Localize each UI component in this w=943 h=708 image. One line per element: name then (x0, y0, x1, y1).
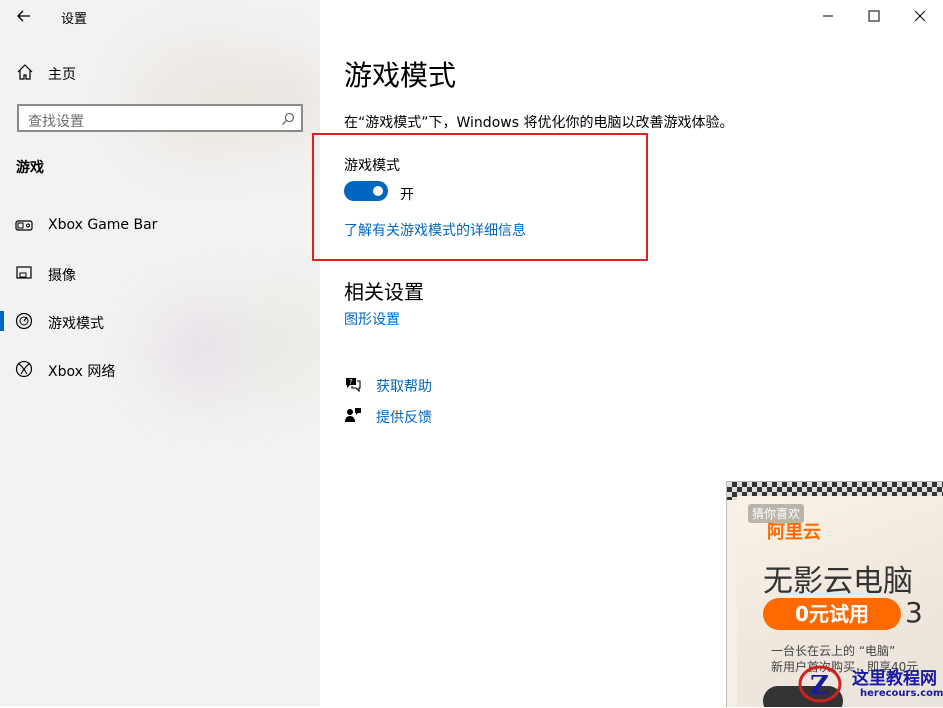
game-bar-icon (15, 216, 33, 234)
search-input[interactable]: 查找设置 (17, 104, 303, 132)
ad-cta-suffix: 3 (905, 596, 923, 629)
give-feedback-link[interactable]: 提供反馈 (376, 407, 432, 427)
home-icon (16, 63, 34, 81)
svg-text:?: ? (349, 378, 353, 386)
capture-icon (15, 264, 33, 282)
page-title: 游戏模式 (344, 59, 457, 92)
page-description: 在“游戏模式”下，Windows 将优化你的电脑以改善游戏体验。 (344, 115, 734, 131)
learn-more-link[interactable]: 了解有关游戏模式的详细信息 (344, 220, 526, 240)
sidebar-item-game-mode[interactable]: 游戏模式 (0, 301, 320, 341)
selection-indicator (0, 311, 4, 331)
ad-headline: 无影云电脑 (763, 564, 913, 599)
xbox-icon (15, 360, 33, 378)
watermark-url: herecours.com (860, 688, 943, 699)
sidebar-item-home[interactable]: 主页 (0, 60, 320, 86)
back-arrow-icon[interactable] (14, 6, 34, 26)
sidebar-item-xbox-network[interactable]: Xbox 网络 (0, 349, 320, 389)
graphics-settings-link[interactable]: 图形设置 (344, 309, 400, 329)
sidebar: 设置 主页 查找设置 游戏 Xbox Game Bar 摄像 游戏模式 Xbox… (0, 0, 320, 706)
minimize-button[interactable] (805, 0, 851, 32)
related-settings-heading: 相关设置 (344, 280, 424, 304)
minimize-icon (823, 15, 833, 17)
window-title: 设置 (61, 12, 88, 27)
sidebar-item-label: 游戏模式 (48, 316, 104, 332)
help-icon: ? (344, 375, 362, 393)
game-mode-toggle[interactable] (344, 181, 388, 201)
game-mode-icon (15, 312, 33, 330)
search-placeholder: 查找设置 (28, 114, 84, 130)
sidebar-item-xbox-game-bar[interactable]: Xbox Game Bar (0, 205, 320, 245)
close-icon (914, 10, 926, 22)
toggle-state-label: 开 (400, 187, 414, 203)
get-help-link[interactable]: 获取帮助 (376, 376, 432, 396)
watermark-title: 这里教程网 (852, 669, 937, 689)
feedback-icon (344, 406, 362, 424)
sidebar-item-label: 主页 (48, 67, 76, 83)
game-mode-setting-label: 游戏模式 (344, 158, 400, 174)
sidebar-item-label: Xbox Game Bar (48, 217, 158, 233)
toggle-knob (373, 186, 383, 196)
watermark: Z 这里教程网 herecours.com (798, 660, 943, 706)
svg-text:Z: Z (810, 671, 829, 701)
ad-brand: 阿里云 (767, 522, 821, 543)
close-button[interactable] (897, 0, 943, 32)
sidebar-item-capture[interactable]: 摄像 (0, 253, 320, 293)
maximize-icon (868, 10, 880, 22)
ad-cta-button[interactable]: 0元试用 (763, 598, 901, 630)
sidebar-item-label: Xbox 网络 (48, 364, 116, 380)
watermark-logo-icon: Z (798, 664, 842, 704)
search-icon[interactable] (281, 111, 295, 125)
maximize-button[interactable] (851, 0, 897, 32)
section-heading: 游戏 (16, 160, 44, 176)
sidebar-item-label: 摄像 (48, 268, 76, 284)
ad-line: 一台长在云上的 “电脑” (771, 644, 896, 658)
